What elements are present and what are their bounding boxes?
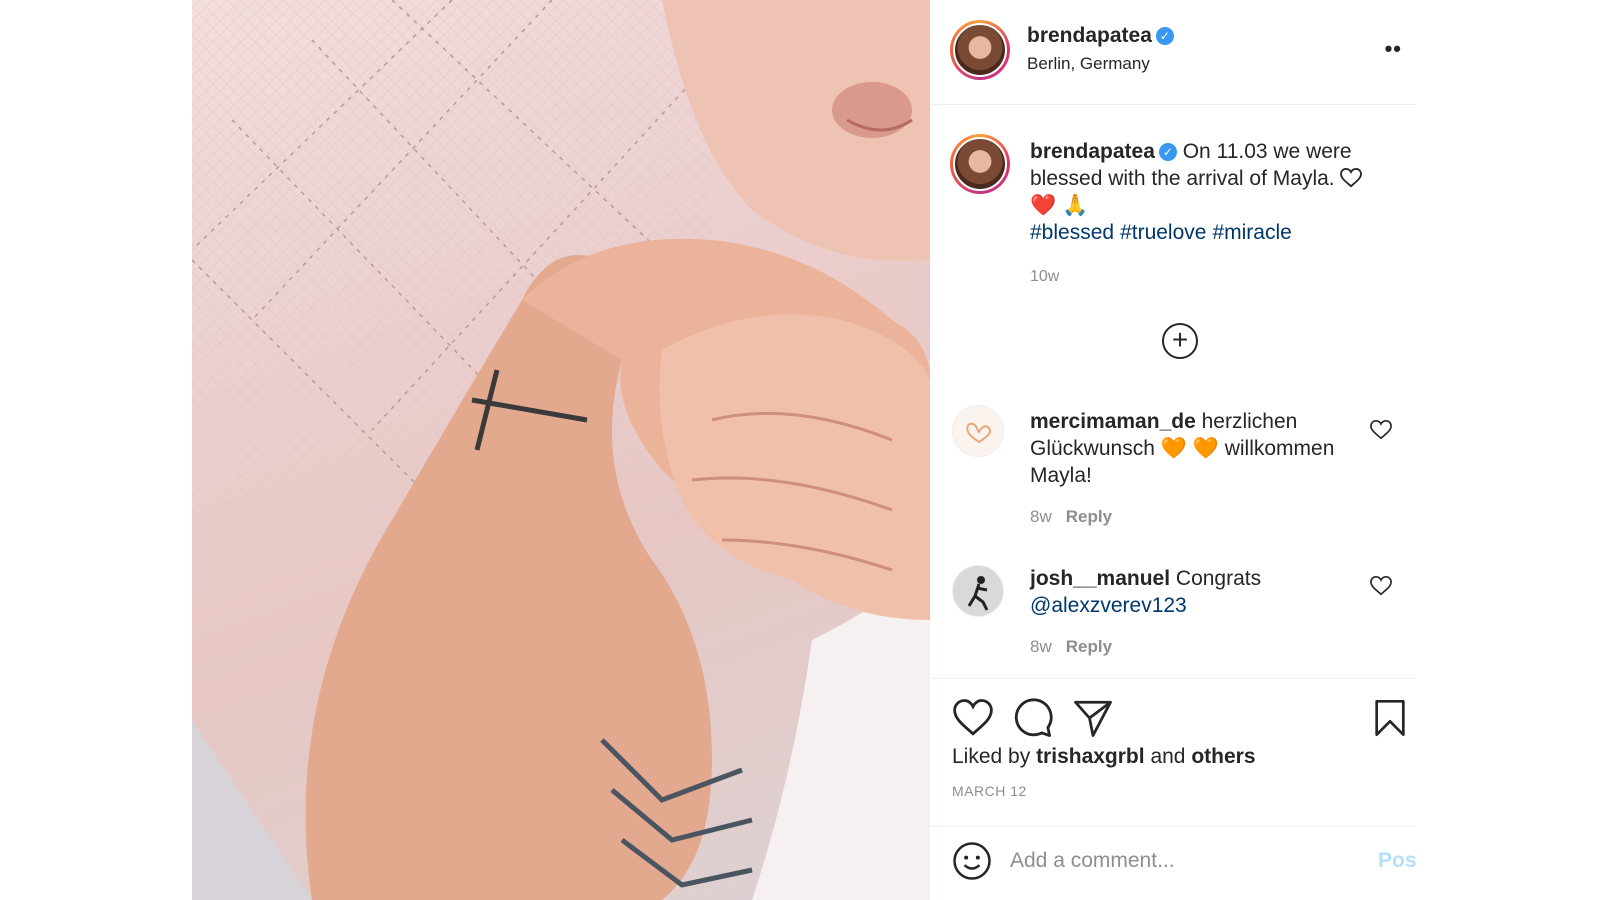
post-actions: Liked by trishaxgrbl and others MARCH 12 [930,678,1416,810]
likes-prefix: Liked by [952,745,1031,768]
author-name-row: brendapatea ✓ [1027,24,1174,48]
more-options-icon[interactable]: •• [1385,36,1402,62]
author-username[interactable]: brendapatea [1027,24,1152,47]
hashtag-link[interactable]: #miracle [1212,221,1291,244]
add-comment-input[interactable] [1010,839,1350,883]
comment-text-block: mercimaman_de herzlichen Glückwunsch 🧡 🧡… [1030,408,1350,489]
commenter-username[interactable]: mercimaman_de [1030,410,1196,433]
comment-mention-link[interactable]: @alexzverev123 [1030,594,1187,617]
bookmark-icon[interactable] [1370,697,1410,739]
comment-text: Congrats [1175,567,1262,590]
post-header: brendapatea ✓ Berlin, Germany •• [930,0,1416,105]
caption-timestamp[interactable]: 10w [1030,268,1059,286]
comment-timestamp[interactable]: 8w [1030,507,1052,526]
load-more-comments-button[interactable]: + [1162,323,1198,359]
commenter-avatar[interactable] [952,565,1004,617]
heart-icon[interactable] [952,697,994,739]
post-side-panel: brendapatea ✓ Berlin, Germany •• brendapa… [930,0,1416,900]
smiley-icon[interactable] [952,841,992,881]
hashtag-link[interactable]: #blessed [1030,221,1114,244]
caption-emoji: ❤️ 🙏 [1030,194,1089,217]
caption-text-block: brendapatea ✓ On 11.03 we were blessed wi… [1030,138,1380,246]
hashtag-link[interactable]: #truelove [1120,221,1206,244]
post-photo[interactable] [192,0,930,900]
author-avatar[interactable] [950,20,1010,80]
likes-summary: Liked by trishaxgrbl and others [952,745,1256,769]
verified-badge-icon: ✓ [1158,143,1177,161]
liked-by-user-link[interactable]: trishaxgrbl [1036,745,1145,768]
comment-like-heart-icon[interactable] [1370,419,1392,441]
liked-by-others-link[interactable]: others [1191,745,1255,768]
comment-text-block: josh__manuel Congrats @alexzverev123 [1030,565,1350,619]
white-heart-emoji-icon [1340,167,1363,188]
commenter-avatar[interactable] [952,405,1004,457]
caption-avatar[interactable] [950,134,1010,194]
reply-button[interactable]: Reply [1066,637,1112,656]
photo-illustration [192,0,930,900]
comment-emoji: 🧡 🧡 [1160,437,1219,460]
likes-conjunction: and [1150,745,1186,768]
reply-button[interactable]: Reply [1066,507,1112,526]
paper-plane-icon[interactable] [1072,697,1114,739]
comment-meta: 8w Reply [1030,507,1112,527]
post-date[interactable]: MARCH 12 [952,783,1027,799]
comment-like-heart-icon[interactable] [1370,575,1392,597]
caption-username[interactable]: brendapatea [1030,140,1155,163]
verified-badge-icon: ✓ [1155,27,1174,45]
speech-bubble-icon[interactable] [1012,697,1054,739]
commenter-username[interactable]: josh__manuel [1030,567,1170,590]
post-comment-button[interactable]: Post [1378,849,1416,873]
comment-meta: 8w Reply [1030,637,1112,657]
post-location[interactable]: Berlin, Germany [1027,54,1150,74]
add-comment-bar: Post [930,826,1416,900]
comment-timestamp[interactable]: 8w [1030,637,1052,656]
